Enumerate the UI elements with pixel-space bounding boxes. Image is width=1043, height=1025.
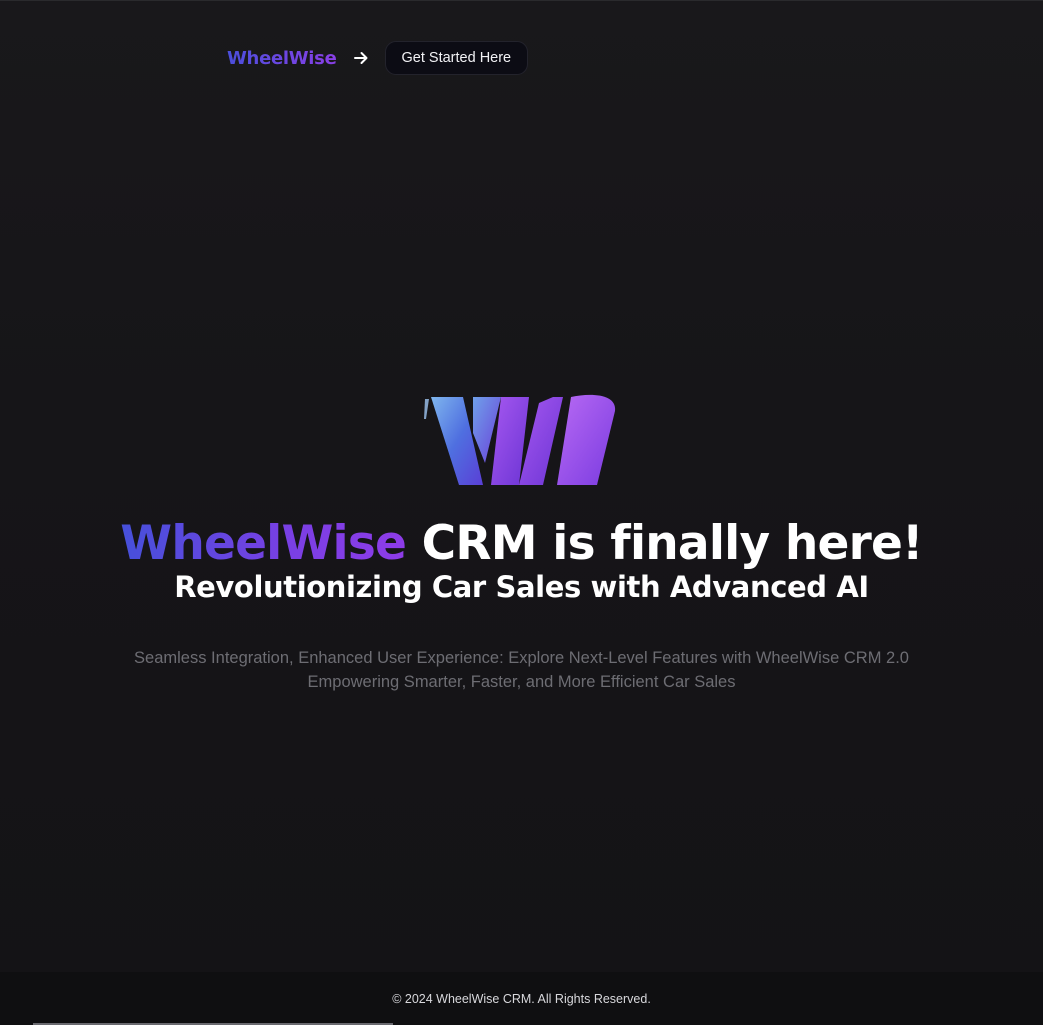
landing-page: WheelWise Get Started Here WheelWise CRM… xyxy=(0,0,1043,1025)
hero-subheadline: Revolutionizing Car Sales with Advanced … xyxy=(174,570,869,604)
top-nav: WheelWise Get Started Here xyxy=(227,41,529,75)
wheelwise-w-logo-icon xyxy=(421,393,621,489)
get-started-button[interactable]: Get Started Here xyxy=(384,41,529,75)
description-line-1: Seamless Integration, Enhanced User Expe… xyxy=(134,649,909,667)
brand-logo-text[interactable]: WheelWise xyxy=(227,48,337,69)
hero-headline: WheelWise CRM is finally here! xyxy=(0,516,1043,571)
headline-brand: WheelWise xyxy=(120,516,407,571)
copyright-text: © 2024 WheelWise CRM. All Rights Reserve… xyxy=(392,991,651,1006)
hero-description: Seamless Integration, Enhanced User Expe… xyxy=(0,646,1043,694)
headline-rest: CRM is finally here! xyxy=(406,516,924,571)
footer: © 2024 WheelWise CRM. All Rights Reserve… xyxy=(0,972,1043,1025)
arrow-right-icon xyxy=(353,50,369,66)
description-line-2: Empowering Smarter, Faster, and More Eff… xyxy=(307,673,736,691)
